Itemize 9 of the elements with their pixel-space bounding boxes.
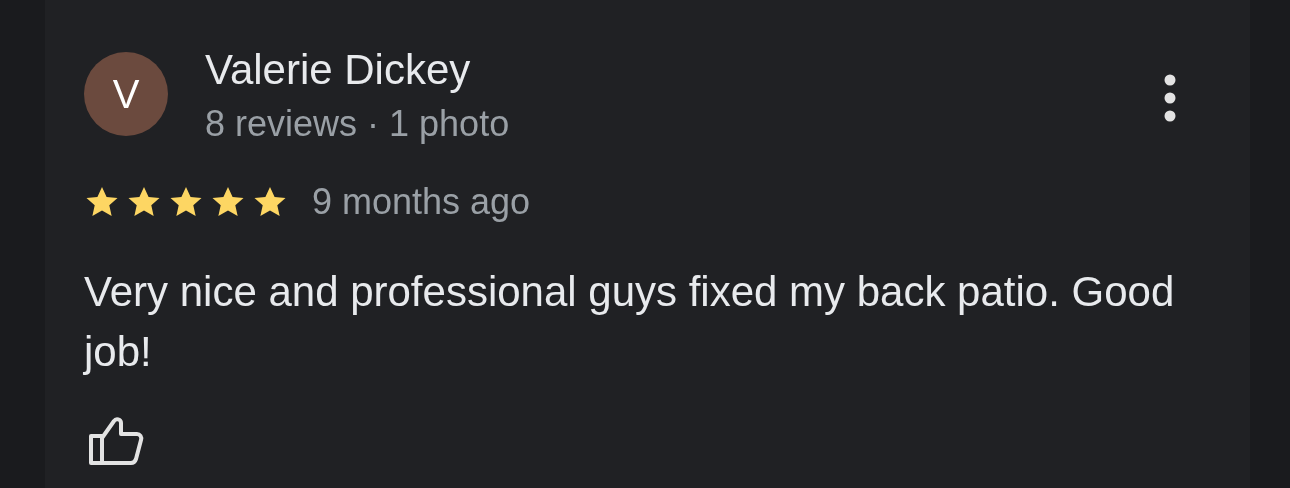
like-button[interactable] (88, 414, 144, 466)
thumbs-up-icon (88, 414, 144, 466)
more-icon (1163, 73, 1177, 123)
review-text: Very nice and professional guys fixed my back patio. Good job! (84, 267, 1176, 377)
more-options-button[interactable] (1163, 73, 1177, 123)
author-meta: 8 reviews · 1 photo (205, 103, 510, 145)
author-name[interactable]: Valerie Dickey (205, 46, 510, 94)
review-time: 9 months ago (312, 181, 531, 223)
avatar[interactable]: V (84, 52, 168, 136)
